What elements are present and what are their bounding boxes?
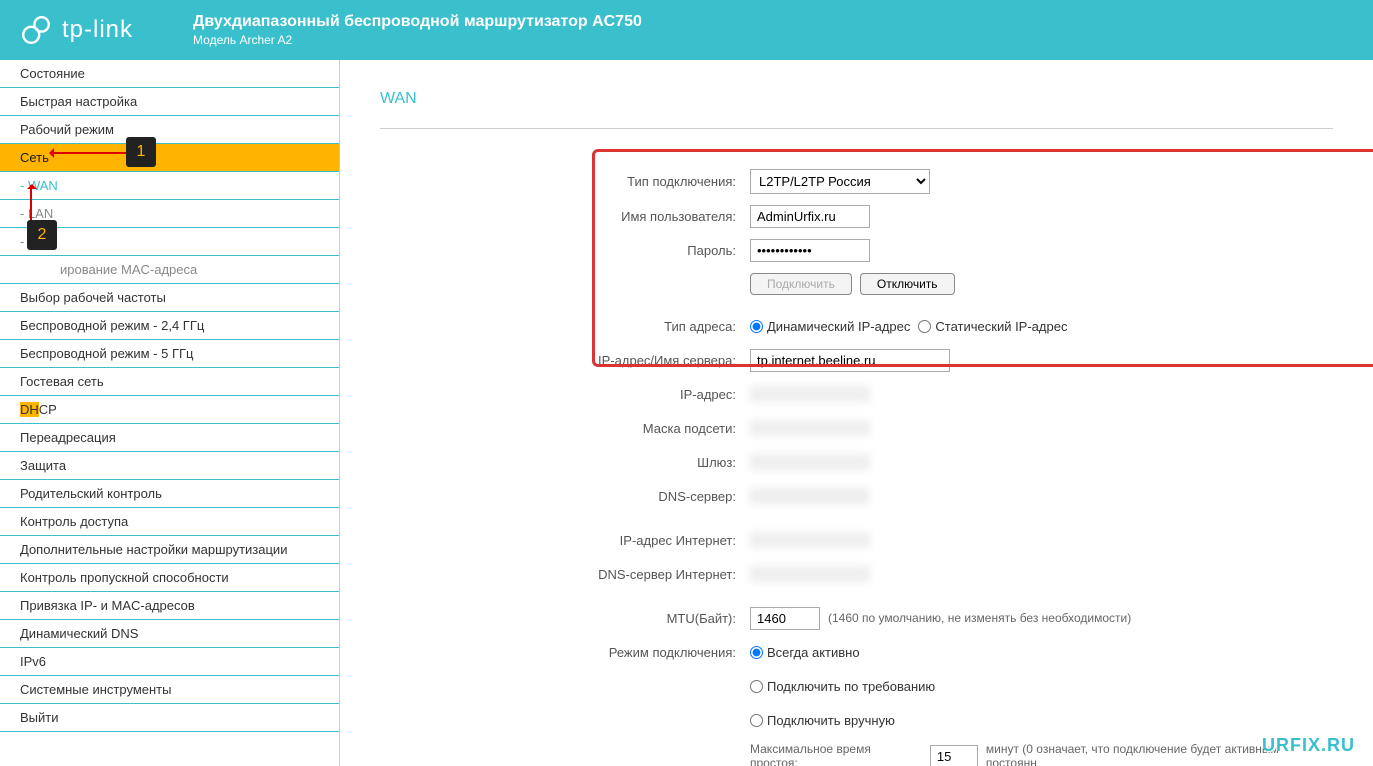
sidebar-item-8[interactable]: Выбор рабочей частоты — [0, 284, 339, 312]
sidebar-item-14[interactable]: Защита — [0, 452, 339, 480]
sidebar-item-20[interactable]: Динамический DNS — [0, 620, 339, 648]
label-mode: Режим подключения: — [380, 645, 750, 660]
radio-mode-demand[interactable]: Подключить по требованию — [750, 679, 935, 694]
tplink-icon — [20, 14, 52, 46]
label-inet-dns: DNS-сервер Интернет: — [380, 567, 750, 582]
input-password[interactable] — [750, 239, 870, 262]
annotation-marker-1: 1 — [126, 137, 156, 167]
device-model: Модель Archer A2 — [193, 33, 642, 47]
brand-text: tp-link — [62, 16, 133, 44]
device-title: Двухдиапазонный беспроводной маршрутизат… — [193, 13, 642, 31]
mtu-note: (1460 по умолчанию, не изменять без необ… — [828, 611, 1131, 625]
annotation-arrow-2 — [30, 185, 32, 225]
divider — [380, 128, 1333, 129]
label-username: Имя пользователя: — [380, 209, 750, 224]
label-gw: Шлюз: — [380, 455, 750, 470]
value-inet-ip — [750, 532, 870, 548]
header-title: Двухдиапазонный беспроводной маршрутизат… — [193, 13, 642, 47]
input-mtu[interactable] — [750, 607, 820, 630]
sidebar-item-11[interactable]: Гостевая сеть — [0, 368, 339, 396]
input-server[interactable] — [750, 349, 950, 372]
value-dns — [750, 488, 870, 504]
sidebar-item-23[interactable]: Выйти — [0, 704, 339, 732]
sidebar-item-2[interactable]: Рабочий режим — [0, 116, 339, 144]
wan-form: Тип подключения: L2TP/L2TP Россия Имя по… — [380, 149, 1333, 766]
connect-button[interactable]: Подключить — [750, 273, 852, 295]
value-gw — [750, 454, 870, 470]
select-conn-type[interactable]: L2TP/L2TP Россия — [750, 169, 930, 194]
annotation-marker-2: 2 — [27, 220, 57, 250]
value-ip — [750, 386, 870, 402]
label-conn-type: Тип подключения: — [380, 174, 750, 189]
sidebar-item-16[interactable]: Контроль доступа — [0, 508, 339, 536]
label-ip: IP-адрес: — [380, 387, 750, 402]
radio-static-ip[interactable]: Статический IP-адрес — [918, 319, 1067, 334]
label-dns: DNS-сервер: — [380, 489, 750, 504]
annotation-arrow-1 — [50, 152, 126, 154]
sidebar-item-18[interactable]: Контроль пропускной способности — [0, 564, 339, 592]
header: tp-link Двухдиапазонный беспроводной мар… — [0, 0, 1373, 60]
sidebar-item-7[interactable]: ирование MAC-адреса — [0, 256, 339, 284]
input-username[interactable] — [750, 205, 870, 228]
disconnect-button[interactable]: Отключить — [860, 273, 955, 295]
sidebar: 1 2 СостояниеБыстрая настройкаРабочий ре… — [0, 60, 340, 766]
sidebar-item-13[interactable]: Переадресация — [0, 424, 339, 452]
sidebar-item-0[interactable]: Состояние — [0, 60, 339, 88]
label-inet-ip: IP-адрес Интернет: — [380, 533, 750, 548]
label-server: IP-адрес/Имя сервера: — [380, 353, 750, 368]
sidebar-item-21[interactable]: IPv6 — [0, 648, 339, 676]
page-title: WAN — [380, 90, 1333, 108]
radio-mode-always[interactable]: Всегда активно — [750, 645, 860, 660]
radio-mode-manual[interactable]: Подключить вручную — [750, 713, 895, 728]
brand-logo: tp-link — [20, 14, 133, 46]
sidebar-item-17[interactable]: Дополнительные настройки маршрутизации — [0, 536, 339, 564]
sidebar-item-9[interactable]: Беспроводной режим - 2,4 ГГц — [0, 312, 339, 340]
label-password: Пароль: — [380, 243, 750, 258]
sidebar-item-1[interactable]: Быстрая настройка — [0, 88, 339, 116]
sidebar-item-10[interactable]: Беспроводной режим - 5 ГГц — [0, 340, 339, 368]
radio-dynamic-ip[interactable]: Динамический IP-адрес — [750, 319, 910, 334]
sidebar-item-4[interactable]: - WAN — [0, 172, 339, 200]
label-mask: Маска подсети: — [380, 421, 750, 436]
label-idle: Максимальное время простоя: — [750, 742, 922, 766]
watermark: URFIX.RU — [1262, 735, 1355, 756]
input-idle[interactable] — [930, 745, 978, 766]
sidebar-item-22[interactable]: Системные инструменты — [0, 676, 339, 704]
label-mtu: MTU(Байт): — [380, 611, 750, 626]
sidebar-item-19[interactable]: Привязка IP- и MAC-адресов — [0, 592, 339, 620]
sidebar-item-12[interactable]: DHCP — [0, 396, 339, 424]
content-area: WAN Тип подключения: L2TP/L2TP Россия Им… — [340, 60, 1373, 766]
value-mask — [750, 420, 870, 436]
sidebar-item-15[interactable]: Родительский контроль — [0, 480, 339, 508]
value-inet-dns — [750, 566, 870, 582]
label-addr-type: Тип адреса: — [380, 319, 750, 334]
